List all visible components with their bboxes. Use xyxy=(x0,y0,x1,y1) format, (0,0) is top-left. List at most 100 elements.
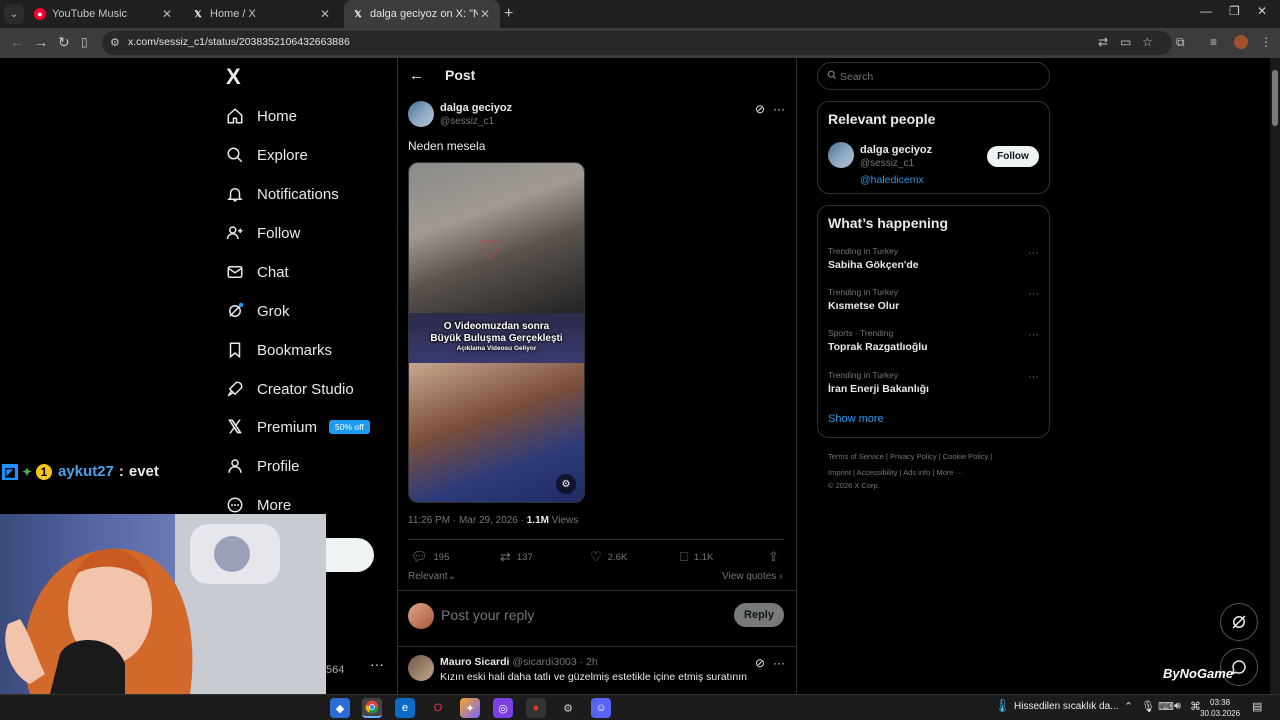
nav-chat[interactable]: Chat xyxy=(226,257,289,287)
relevant-people-card: Relevant people dalga geciyoz @sessiz_c1… xyxy=(817,101,1050,194)
whats-happening-card: What’s happening Trending in Turkey Sabi… xyxy=(817,205,1050,438)
nav-label: Home xyxy=(257,107,298,125)
reply-more-icon[interactable]: ··· xyxy=(773,656,785,670)
nav-creator-studio[interactable]: Creator Studio xyxy=(226,374,354,404)
close-tab-icon[interactable]: ✕ xyxy=(478,7,492,21)
author-avatar[interactable] xyxy=(408,101,434,127)
opera-taskbar-icon[interactable]: O xyxy=(428,698,448,718)
x-logo[interactable]: X xyxy=(226,64,241,90)
share-action[interactable]: ⇪ xyxy=(768,549,785,565)
taskbar-app-icon[interactable]: ◆ xyxy=(330,698,350,718)
person-handle: @sessiz_c1 xyxy=(860,158,915,169)
close-tab-icon[interactable]: ✕ xyxy=(318,7,332,21)
repost-action[interactable]: ⇄ 137 xyxy=(500,549,533,565)
view-quotes-link[interactable]: View quotes › xyxy=(722,571,782,582)
taskbar-clock[interactable]: 03:38 30.03.2026 xyxy=(1200,697,1240,719)
window-close-icon[interactable]: ✕ xyxy=(1257,4,1267,18)
bookmark-action[interactable]: ⎕ 1.1K xyxy=(680,549,713,565)
taskbar-app-icon[interactable]: ◎ xyxy=(493,698,513,718)
trend-more-icon[interactable]: ··· xyxy=(1028,371,1039,383)
restore-icon[interactable]: ❐ xyxy=(1229,4,1240,18)
nav-notifications[interactable]: Notifications xyxy=(226,179,339,209)
tab-home-x[interactable]: 𝕏 Home / X ✕ xyxy=(184,3,340,25)
premium-discount-badge: 50% off xyxy=(329,420,370,434)
trend-context: Trending in Turkey xyxy=(828,287,899,297)
tray-overflow-icon[interactable]: ⌃ xyxy=(1124,700,1133,713)
cast-icon[interactable]: ▭ xyxy=(1120,35,1131,49)
like-action[interactable]: ♡ 2.6K xyxy=(590,549,627,565)
split-view-icon[interactable]: ▯ xyxy=(81,35,88,49)
media-settings-icon[interactable]: ⚙ xyxy=(556,474,576,494)
browser-menu-icon[interactable]: ⋮ xyxy=(1260,35,1272,49)
scroll-thumb[interactable] xyxy=(1272,70,1278,126)
reload-icon[interactable]: ↻ xyxy=(58,34,70,51)
network-icon[interactable]: ⌨ xyxy=(1158,700,1174,713)
person-avatar[interactable] xyxy=(828,142,854,168)
post-media-video[interactable]: ♡ O Videomuzdan sonra Büyük Buluşma Gerç… xyxy=(408,162,585,503)
nav-premium[interactable]: 𝕏 Premium 50% off xyxy=(226,412,370,442)
trend-item[interactable]: İran Enerji Bakanlığı xyxy=(828,383,929,395)
sort-replies-dropdown[interactable]: Relevant⌄ xyxy=(408,571,456,582)
trend-more-icon[interactable]: ··· xyxy=(1028,288,1039,300)
footer-links-row2[interactable]: Imprint | Accessibility | Ads info | Mor… xyxy=(828,468,963,477)
nav-profile[interactable]: Profile xyxy=(226,451,300,481)
taskbar-app-icon[interactable]: ✦ xyxy=(460,698,480,718)
trend-item[interactable]: Toprak Razgatlıoğlu xyxy=(828,341,928,353)
youtube-music-icon: ● xyxy=(34,8,46,20)
search-input[interactable]: Search xyxy=(817,62,1050,90)
trend-more-icon[interactable]: ··· xyxy=(1028,247,1039,259)
person-bio-link[interactable]: @haledicemx xyxy=(860,174,924,186)
nav-bookmarks[interactable]: Bookmarks xyxy=(226,335,332,365)
author-name[interactable]: dalga geciyoz xyxy=(440,102,512,114)
nav-grok[interactable]: Grok xyxy=(226,296,290,326)
site-info-icon[interactable]: ⚙ xyxy=(110,36,120,49)
author-handle[interactable]: @sessiz_c1 xyxy=(440,116,494,127)
reply-action[interactable]: 💬︎ 195 xyxy=(411,549,449,565)
media-control-icon[interactable]: ≡ xyxy=(1210,35,1217,49)
page-scrollbar[interactable] xyxy=(1270,58,1280,694)
microphone-icon[interactable]: 🎙︎ xyxy=(1141,700,1155,713)
reply-author-avatar[interactable] xyxy=(408,655,434,681)
address-bar[interactable]: ⚙ x.com/sessiz_c1/status/203835210643266… xyxy=(102,31,1172,55)
post-more-icon[interactable]: ··· xyxy=(773,102,785,116)
edge-taskbar-icon[interactable]: e xyxy=(395,698,415,718)
account-menu-icon[interactable]: ··· xyxy=(370,656,384,672)
profile-avatar[interactable] xyxy=(1234,35,1248,49)
minimize-icon[interactable]: — xyxy=(1200,4,1212,18)
search-icon xyxy=(827,70,837,83)
notifications-icon[interactable]: ▤ xyxy=(1252,700,1262,713)
back-arrow-icon[interactable]: ← xyxy=(409,67,424,84)
volume-icon[interactable]: 🔊︎ xyxy=(1174,700,1181,713)
grok-floating-button[interactable] xyxy=(1220,603,1258,641)
tab-active-post[interactable]: 𝕏 dalga geciyoz on X: "Neden me ✕ xyxy=(344,0,500,28)
close-tab-icon[interactable]: ✕ xyxy=(160,7,174,21)
forward-icon[interactable]: → xyxy=(34,34,48,50)
weather-text[interactable]: Hissedilen sıcaklık da... xyxy=(1014,701,1119,712)
tab-youtube-music[interactable]: ● YouTube Music ✕ xyxy=(26,3,182,25)
back-icon[interactable]: ← xyxy=(10,34,24,50)
trend-more-icon[interactable]: ··· xyxy=(1028,329,1039,341)
chrome-taskbar-icon[interactable] xyxy=(362,698,382,718)
obs-taskbar-icon[interactable]: ● xyxy=(526,698,546,718)
grok-explain-icon[interactable]: ⊘ xyxy=(755,656,765,670)
reply-input[interactable]: Post your reply xyxy=(441,607,534,623)
trend-item[interactable]: Kısmetse Olur xyxy=(828,300,899,312)
grok-explain-icon[interactable]: ⊘ xyxy=(755,102,765,116)
settings-taskbar-icon[interactable]: ⚙ xyxy=(558,698,578,718)
new-tab-icon[interactable]: + xyxy=(504,5,513,23)
discord-taskbar-icon[interactable]: ☺ xyxy=(591,698,611,718)
footer-links-row1[interactable]: Terms of Service | Privacy Policy | Cook… xyxy=(828,452,992,461)
trend-item[interactable]: Sabiha Gökçen'de xyxy=(828,259,919,271)
reply-button[interactable]: Reply xyxy=(734,603,784,627)
bookmark-star-icon[interactable]: ☆ xyxy=(1142,35,1153,49)
reply-author[interactable]: Mauro Sicardi @sicardi3003 · 2h xyxy=(440,656,598,668)
extensions-icon[interactable]: ⧉ xyxy=(1176,35,1185,50)
nav-follow[interactable]: Follow xyxy=(226,218,300,248)
show-more-link[interactable]: Show more xyxy=(828,413,884,425)
translate-icon[interactable]: ⇄ xyxy=(1098,35,1108,49)
follow-button[interactable]: Follow xyxy=(987,146,1039,167)
person-name[interactable]: dalga geciyoz xyxy=(860,144,932,156)
nav-explore[interactable]: Explore xyxy=(226,140,308,170)
tab-search-button[interactable]: ⌄ xyxy=(4,4,24,24)
nav-home[interactable]: Home xyxy=(226,101,297,131)
